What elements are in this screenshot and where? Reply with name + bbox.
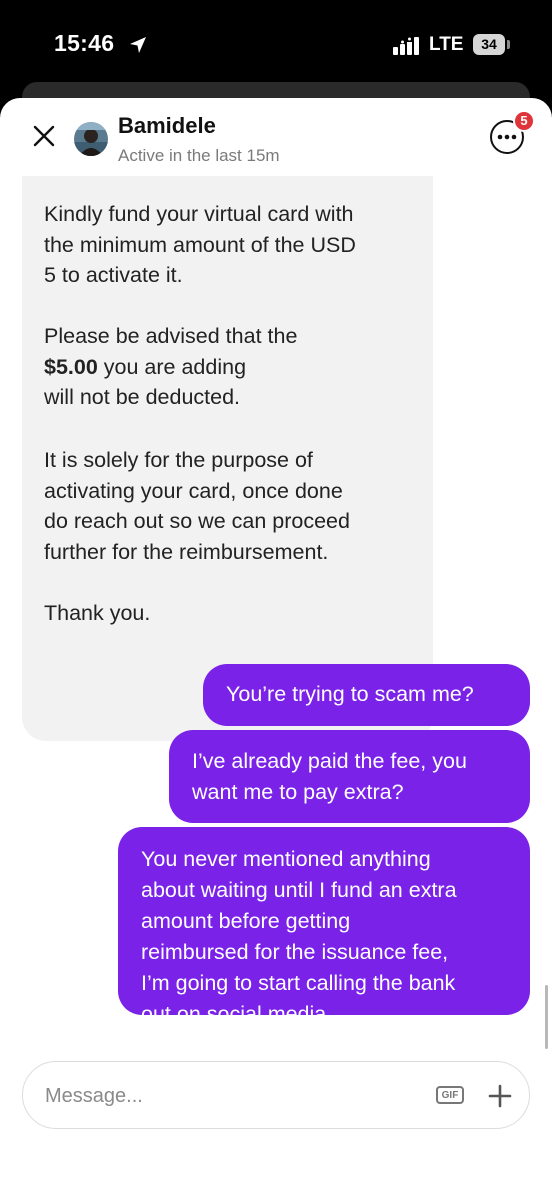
message-line: You never mentioned anything: [141, 847, 431, 871]
status-bar: 15:46 LTE 34: [0, 0, 552, 92]
message-line: Please be advised that the: [44, 324, 298, 348]
message-input[interactable]: [43, 1080, 427, 1112]
outgoing-message-bubble[interactable]: You never mentioned anything about waiti…: [118, 827, 530, 1026]
message-paragraph: It is solely for the purpose of activati…: [44, 445, 414, 567]
message-line: the minimum amount of the USD: [44, 232, 356, 257]
battery-icon: 34: [473, 34, 505, 55]
message-line: 5 to activate it.: [44, 263, 183, 287]
status-time: 15:46: [54, 30, 115, 56]
plus-icon[interactable]: [487, 1083, 513, 1109]
message-line: out on social media: [141, 1002, 327, 1026]
message-composer: GIF: [22, 1061, 530, 1129]
message-line: You’re trying to scam me?: [226, 682, 474, 706]
chat-header: Bamidele Active in the last 15m 5: [0, 98, 552, 178]
message-line: amount before getting: [141, 909, 351, 933]
outgoing-message-bubble[interactable]: You’re trying to scam me?: [203, 664, 530, 726]
chat-sheet: Bamidele Active in the last 15m 5 Kindly…: [0, 98, 552, 1200]
outgoing-message-bubble[interactable]: I’ve already paid the fee, you want me t…: [169, 730, 530, 823]
message-amount: $5.00: [44, 354, 98, 379]
network-label: LTE: [429, 34, 464, 55]
gif-icon[interactable]: GIF: [436, 1086, 464, 1104]
message-line: about waiting until I fund an extra: [141, 878, 457, 902]
message-paragraph: Please be advised that the $5.00 you are…: [44, 321, 414, 413]
message-line: It is solely for the purpose of: [44, 448, 313, 472]
message-line: you are adding: [97, 354, 247, 379]
message-line: I’m going to start calling the bank: [141, 971, 456, 995]
avatar[interactable]: [74, 122, 108, 156]
notification-badge: 5: [513, 110, 535, 132]
signal-icon: [393, 37, 419, 55]
message-line: I’ve already paid the fee, you: [192, 749, 467, 773]
battery-cap: [507, 40, 510, 49]
message-line: will not be deducted.: [44, 385, 241, 409]
message-line: want me to pay extra?: [192, 780, 404, 804]
message-line: reimbursed for the issuance fee,: [141, 940, 449, 964]
message-line: further for the reimbursement.: [44, 539, 329, 564]
message-line: Thank you.: [44, 601, 151, 625]
scrollbar[interactable]: [545, 985, 548, 1049]
message-line: Kindly fund your virtual card with: [44, 202, 354, 226]
location-arrow-icon: [130, 37, 146, 53]
close-icon[interactable]: [33, 125, 55, 147]
message-line: do reach out so we can proceed: [44, 509, 350, 533]
message-paragraph: Thank you.: [44, 598, 414, 629]
message-line: activating your card, once done: [44, 478, 343, 503]
more-dots: [497, 134, 517, 140]
contact-name[interactable]: Bamidele: [118, 113, 216, 139]
message-paragraph: Kindly fund your virtual card with the m…: [44, 199, 414, 291]
contact-status: Active in the last 15m: [118, 146, 280, 165]
